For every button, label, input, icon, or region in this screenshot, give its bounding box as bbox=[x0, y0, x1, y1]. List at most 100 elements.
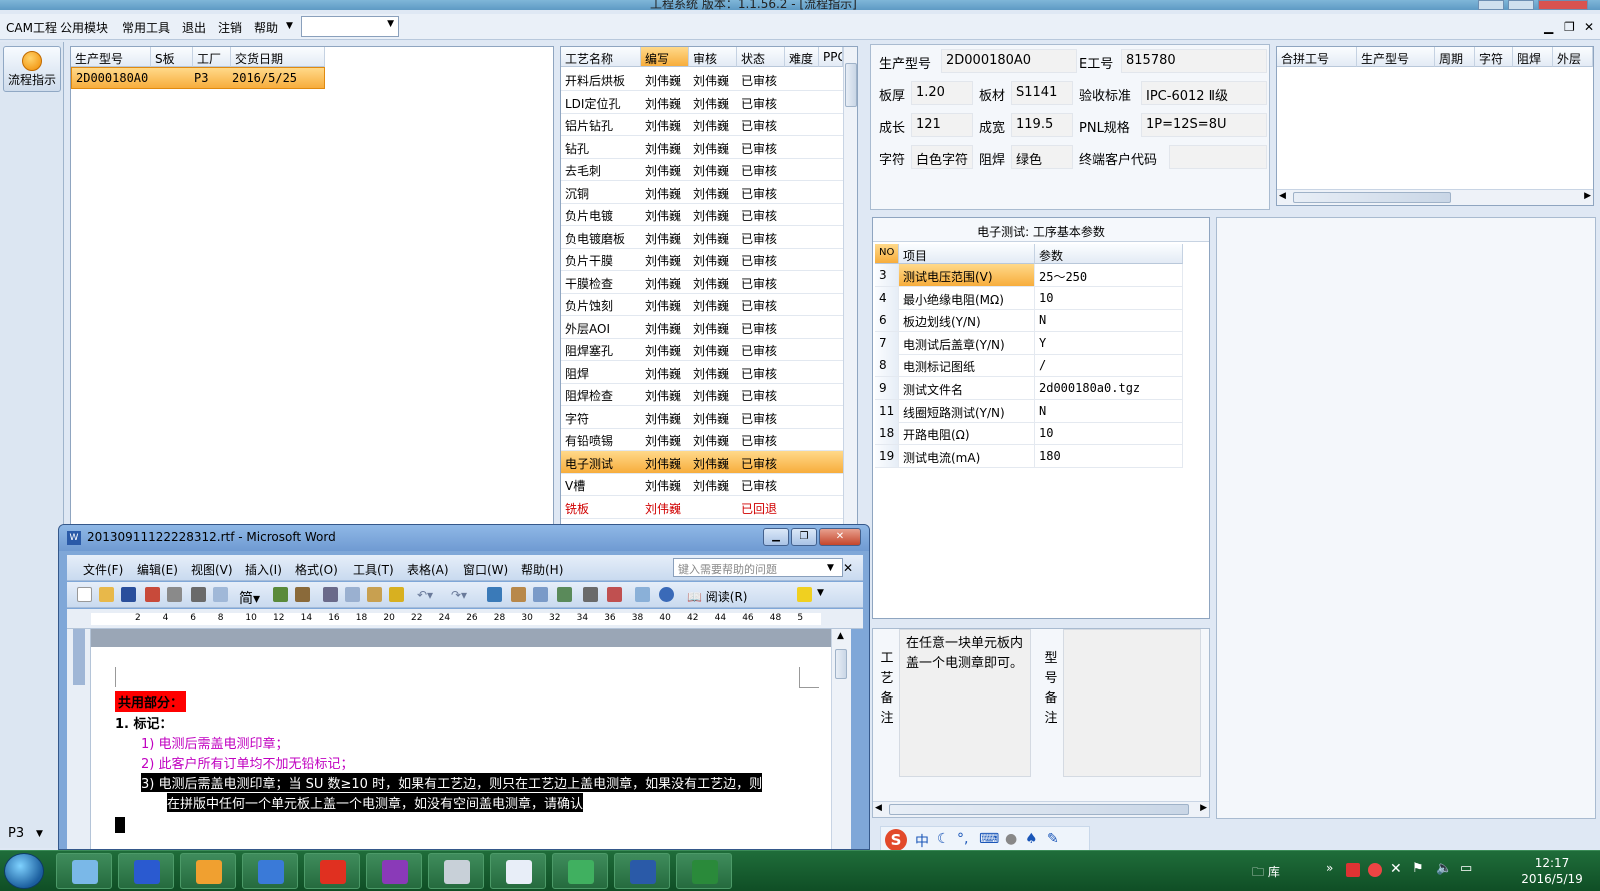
mdi-close-button[interactable]: ✕ bbox=[1584, 20, 1594, 34]
arrow-left-icon[interactable]: ◀ bbox=[875, 803, 882, 813]
task-app-1[interactable] bbox=[56, 853, 112, 889]
menu-help-dropdown-icon[interactable]: ▼ bbox=[286, 21, 293, 31]
table-row[interactable]: 11 线圈短路测试(Y/N) N bbox=[873, 399, 1185, 423]
flag-icon[interactable]: ⚑ bbox=[1412, 861, 1424, 876]
drawing-icon[interactable] bbox=[607, 587, 622, 602]
table-row[interactable]: 电子测试 刘伟巍 刘伟巍 已审核 bbox=[561, 450, 843, 474]
table-row[interactable]: 4 最小绝缘电阻(MΩ) 10 bbox=[873, 286, 1185, 310]
task-app-7[interactable] bbox=[428, 853, 484, 889]
flow-indicator-button[interactable]: 流程指示 bbox=[3, 46, 61, 92]
task-app-2[interactable] bbox=[118, 853, 174, 889]
combo-col-period[interactable]: 周期 bbox=[1435, 47, 1475, 67]
punctuation-icon[interactable]: °, bbox=[957, 831, 968, 847]
word-minimize-button[interactable]: ▁ bbox=[763, 528, 789, 546]
print-icon[interactable] bbox=[191, 587, 206, 602]
x-tray-icon[interactable]: ✕ bbox=[1390, 861, 1402, 877]
orders-col-factory[interactable]: 工厂 bbox=[193, 47, 231, 67]
param-col-no[interactable]: NO bbox=[875, 244, 899, 264]
keyboard-icon[interactable]: ⌨ bbox=[979, 831, 999, 847]
clock[interactable]: 12:17 2016/5/19 bbox=[1512, 855, 1592, 887]
network-icon[interactable]: ▭ bbox=[1460, 861, 1472, 876]
new-document-icon[interactable] bbox=[77, 587, 92, 602]
antivirus-tray-icon[interactable] bbox=[1346, 863, 1360, 877]
help-search-input[interactable]: 键入需要帮助的问题 bbox=[673, 558, 843, 577]
word-title-bar[interactable]: W 20130911122228312.rtf - Microsoft Word… bbox=[59, 525, 869, 551]
task-app-3[interactable] bbox=[180, 853, 236, 889]
proc-col-status[interactable]: 状态 bbox=[737, 47, 785, 67]
chinese-mode-icon[interactable]: 中 bbox=[915, 831, 929, 851]
table-row[interactable]: 7 电测试后盖章(Y/N) Y bbox=[873, 331, 1185, 355]
table-row[interactable]: LDI定位孔 刘伟巍 刘伟巍 已审核 bbox=[561, 91, 843, 114]
insert-table-icon[interactable] bbox=[533, 587, 548, 602]
table-row[interactable]: 去毛刺 刘伟巍 刘伟巍 已审核 bbox=[561, 158, 843, 181]
word-menu-tools[interactable]: 工具(T) bbox=[353, 561, 394, 578]
proc-col-ppg[interactable]: PPG bbox=[819, 47, 843, 67]
orders-col-s[interactable]: S板 bbox=[151, 47, 193, 67]
menu-logout[interactable]: 注销 bbox=[218, 19, 242, 36]
document-page[interactable]: 共用部分： 1. 标记： 1) 电测后需盖电测印章； 2) 此客户所有订单均不加… bbox=[91, 647, 831, 849]
table-row[interactable]: 字符 刘伟巍 刘伟巍 已审核 bbox=[561, 406, 843, 429]
hyperlink-icon[interactable] bbox=[487, 587, 502, 602]
tables-borders-icon[interactable] bbox=[511, 587, 526, 602]
scroll-thumb[interactable] bbox=[889, 804, 1189, 815]
word-menu-help[interactable]: 帮助(H) bbox=[521, 561, 563, 578]
table-row[interactable]: 阻焊塞孔 刘伟巍 刘伟巍 已审核 bbox=[561, 338, 843, 361]
mdi-minimize-button[interactable]: ▁ bbox=[1544, 20, 1553, 34]
table-row[interactable]: 负片干膜 刘伟巍 刘伟巍 已审核 bbox=[561, 248, 843, 271]
task-app-word[interactable] bbox=[614, 853, 670, 889]
close-button[interactable] bbox=[1538, 0, 1588, 10]
spelling-icon[interactable] bbox=[273, 587, 288, 602]
open-folder-icon[interactable] bbox=[99, 587, 114, 602]
proc-col-name[interactable]: 工艺名称 bbox=[561, 47, 641, 67]
menu-common-modules[interactable]: 公用模块 bbox=[60, 19, 108, 36]
model-remark-box[interactable] bbox=[1063, 629, 1201, 777]
highlight-icon[interactable] bbox=[797, 587, 812, 602]
table-row[interactable]: 负片蚀刻 刘伟巍 刘伟巍 已审核 bbox=[561, 293, 843, 316]
combo-col-char[interactable]: 字符 bbox=[1475, 47, 1513, 67]
close-icon[interactable]: ✕ bbox=[843, 561, 853, 575]
table-row[interactable]: V槽 刘伟巍 刘伟巍 已审核 bbox=[561, 473, 843, 496]
arrow-left-icon[interactable]: ◀ bbox=[1279, 191, 1286, 201]
combo-col-mask[interactable]: 阻焊 bbox=[1513, 47, 1553, 67]
paste-icon[interactable] bbox=[367, 587, 382, 602]
wrench-icon[interactable]: ✎ bbox=[1047, 831, 1059, 847]
word-menu-insert[interactable]: 插入(I) bbox=[245, 561, 282, 578]
orders-col-date[interactable]: 交货日期 bbox=[231, 47, 325, 67]
app-tray-icon[interactable] bbox=[1368, 863, 1382, 877]
table-row[interactable]: 2D000180A0 P3 2016/5/25 bbox=[71, 67, 325, 89]
shirt-icon[interactable]: ♠ bbox=[1025, 831, 1038, 847]
task-app-9[interactable] bbox=[552, 853, 608, 889]
table-row[interactable]: 钻孔 刘伟巍 刘伟巍 已审核 bbox=[561, 136, 843, 159]
help-icon[interactable] bbox=[659, 587, 674, 602]
table-row[interactable]: 负电镀磨板 刘伟巍 刘伟巍 已审核 bbox=[561, 226, 843, 249]
table-row[interactable]: 干膜检查 刘伟巍 刘伟巍 已审核 bbox=[561, 271, 843, 294]
word-menu-file[interactable]: 文件(F) bbox=[83, 561, 123, 578]
chevron-down-icon[interactable]: ▼ bbox=[827, 563, 834, 573]
undo-icon[interactable]: ↶▾ bbox=[417, 588, 433, 602]
task-app-5[interactable] bbox=[304, 853, 360, 889]
proc-col-difficulty[interactable]: 难度 bbox=[785, 47, 819, 67]
columns-icon[interactable] bbox=[583, 587, 598, 602]
table-row[interactable]: 外层AOI 刘伟巍 刘伟巍 已审核 bbox=[561, 316, 843, 339]
document-map-icon[interactable] bbox=[635, 587, 650, 602]
print-icon[interactable] bbox=[167, 587, 182, 602]
research-icon[interactable] bbox=[295, 587, 310, 602]
cut-icon[interactable] bbox=[323, 587, 338, 602]
menu-help[interactable]: 帮助 bbox=[254, 19, 278, 36]
table-row[interactable]: 有铅喷锡 刘伟巍 刘伟巍 已审核 bbox=[561, 428, 843, 451]
table-row[interactable]: 铣板 刘伟巍 已回退 bbox=[561, 496, 843, 519]
word-menu-edit[interactable]: 编辑(E) bbox=[137, 561, 178, 578]
table-row[interactable]: 3 测试电压范围(V) 25～250 bbox=[873, 264, 1185, 287]
word-close-button[interactable]: ✕ bbox=[819, 528, 861, 546]
table-row[interactable]: 负片电镀 刘伟巍 刘伟巍 已审核 bbox=[561, 203, 843, 226]
scroll-thumb[interactable] bbox=[845, 63, 857, 107]
moon-icon[interactable]: ☾ bbox=[937, 831, 950, 847]
word-menu-format[interactable]: 格式(O) bbox=[295, 561, 338, 578]
scroll-thumb[interactable] bbox=[835, 649, 847, 679]
table-row[interactable]: 18 开路电阻(Ω) 10 bbox=[873, 422, 1185, 446]
param-col-item[interactable]: 项目 bbox=[899, 244, 1035, 264]
process-remark-box[interactable]: 在任意一块单元板内盖一个电测章即可。 bbox=[899, 629, 1031, 777]
insert-excel-icon[interactable] bbox=[557, 587, 572, 602]
proc-col-writer[interactable]: 编写 bbox=[641, 47, 689, 67]
table-row[interactable]: 6 板边划线(Y/N) N bbox=[873, 309, 1185, 333]
